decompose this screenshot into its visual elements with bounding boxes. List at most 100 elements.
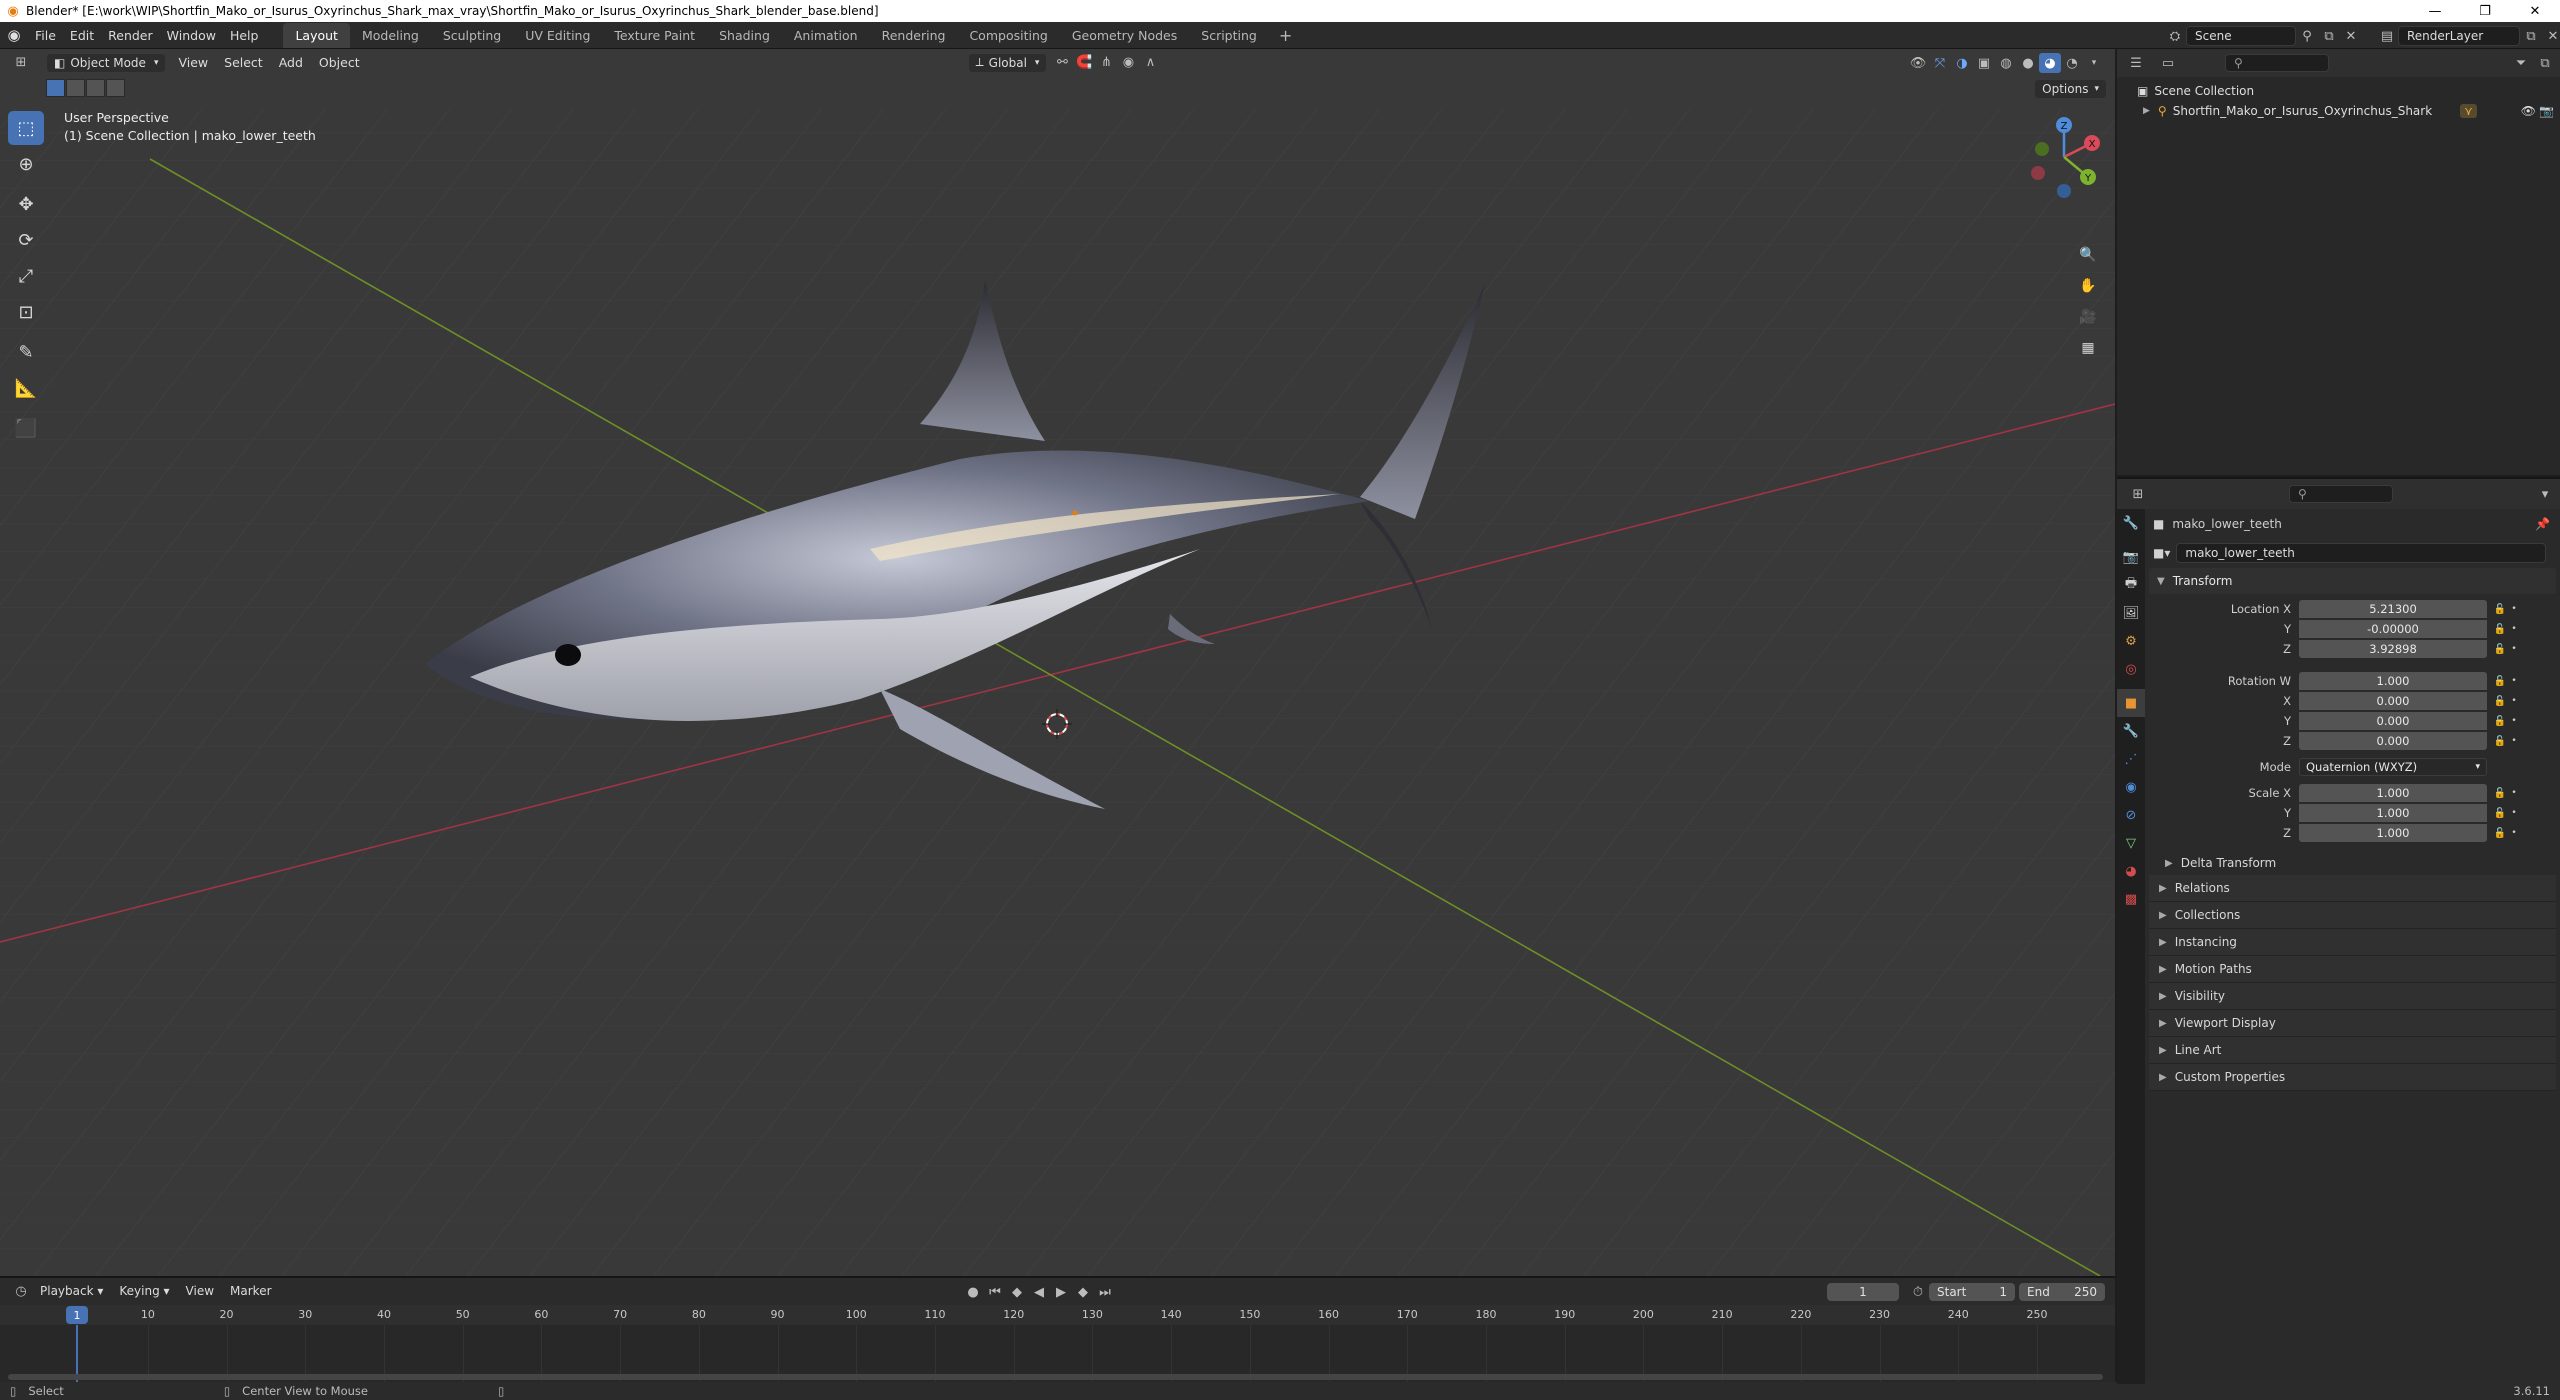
- lock-icon[interactable]: 🔓: [2491, 676, 2509, 687]
- current-frame-field[interactable]: 1: [1827, 1283, 1899, 1301]
- scale-tool-icon[interactable]: ⤢: [8, 259, 44, 293]
- render-camera-icon[interactable]: 📷: [2539, 104, 2554, 118]
- pin-icon[interactable]: ⚲: [2296, 26, 2318, 46]
- xray-icon[interactable]: ▣: [1973, 53, 1995, 73]
- tool-tab-icon[interactable]: 🔧: [2117, 509, 2145, 537]
- jump-end-icon[interactable]: ⏭: [1094, 1282, 1116, 1302]
- menu-edit[interactable]: Edit: [63, 28, 101, 43]
- keyframe-dot-icon[interactable]: •: [2509, 604, 2519, 614]
- next-keyframe-icon[interactable]: ◆: [1072, 1282, 1094, 1302]
- proportional-edit-icon[interactable]: ◉: [1117, 53, 1139, 73]
- menu-keying[interactable]: Keying ▾: [111, 1284, 177, 1298]
- pin-icon[interactable]: 📌: [2535, 517, 2550, 531]
- rotation-mode-dropdown[interactable]: Quaternion (WXYZ) ▾: [2299, 758, 2487, 776]
- keyframe-dot-icon[interactable]: •: [2509, 736, 2519, 746]
- delete-view-layer-icon[interactable]: ✕: [2542, 26, 2560, 46]
- panel-relations[interactable]: ▶ Relations: [2149, 875, 2556, 902]
- physics-tab-icon[interactable]: ◉: [2117, 773, 2145, 801]
- play-icon[interactable]: ▶: [1050, 1282, 1072, 1302]
- rotate-tool-icon[interactable]: ⟳: [8, 223, 44, 257]
- scene-icon[interactable]: ⛭: [2164, 26, 2186, 46]
- select-subtract-icon[interactable]: [86, 79, 105, 97]
- rotation-z-field[interactable]: 0.000: [2299, 732, 2487, 750]
- keyframe-dot-icon[interactable]: •: [2509, 716, 2519, 726]
- zoom-icon[interactable]: 🔍: [2074, 241, 2102, 269]
- panel-custom-properties[interactable]: ▶ Custom Properties: [2149, 1064, 2556, 1091]
- select-intersect-icon[interactable]: [106, 79, 125, 97]
- close-button[interactable]: ✕: [2510, 0, 2560, 22]
- measure-tool-icon[interactable]: 📐: [8, 371, 44, 405]
- tab-geometry-nodes[interactable]: Geometry Nodes: [1060, 23, 1189, 48]
- menu-add[interactable]: Add: [271, 55, 311, 70]
- view-layer-icon[interactable]: ▤: [2376, 26, 2398, 46]
- select-new-icon[interactable]: [46, 79, 65, 97]
- gizmo-neg-x-axis[interactable]: [2031, 166, 2045, 180]
- tab-layout[interactable]: Layout: [283, 22, 350, 48]
- navigation-gizmo[interactable]: Z X Y: [2020, 113, 2108, 201]
- particles-tab-icon[interactable]: ⋰: [2117, 745, 2145, 773]
- menu-timeline-view[interactable]: View: [178, 1284, 222, 1298]
- panel-instancing[interactable]: ▶ Instancing: [2149, 929, 2556, 956]
- rotation-y-field[interactable]: 0.000: [2299, 712, 2487, 730]
- clock-icon[interactable]: ⏱: [1907, 1282, 1929, 1302]
- scale-x-field[interactable]: 1.000: [2299, 784, 2487, 802]
- transform-tool-icon[interactable]: ⊡: [8, 295, 44, 329]
- menu-marker[interactable]: Marker: [222, 1284, 279, 1298]
- rotation-w-field[interactable]: 1.000: [2299, 672, 2487, 690]
- properties-editor-type-icon[interactable]: ⊞: [2127, 484, 2149, 504]
- pivot-icon[interactable]: ⚯: [1051, 53, 1073, 73]
- gizmo-neg-z-axis[interactable]: [2057, 184, 2071, 198]
- overlay-toggle-icon[interactable]: ◑: [1951, 53, 1973, 73]
- gizmo-neg-y-axis[interactable]: [2035, 142, 2049, 156]
- output-tab-icon[interactable]: 🖶: [2117, 571, 2145, 599]
- eye-icon[interactable]: 👁: [2521, 104, 2536, 118]
- timeline-editor-type-icon[interactable]: ◷: [10, 1281, 32, 1301]
- location-x-field[interactable]: 5.21300: [2299, 600, 2487, 618]
- menu-window[interactable]: Window: [160, 28, 223, 43]
- viewport-scene[interactable]: [0, 49, 2115, 1276]
- menu-playback[interactable]: Playback ▾: [32, 1284, 111, 1298]
- outliner-editor-type-icon[interactable]: ☰: [2125, 53, 2147, 73]
- data-tab-icon[interactable]: ▽: [2117, 829, 2145, 857]
- keyframe-dot-icon[interactable]: •: [2509, 828, 2519, 838]
- transform-orientation-dropdown[interactable]: ⟂ Global ▾: [967, 52, 1048, 73]
- render-tab-icon[interactable]: 📷: [2117, 543, 2145, 571]
- menu-render[interactable]: Render: [101, 28, 160, 43]
- panel-visibility[interactable]: ▶ Visibility: [2149, 983, 2556, 1010]
- tab-animation[interactable]: Animation: [782, 23, 870, 48]
- lock-icon[interactable]: 🔓: [2491, 788, 2509, 799]
- filter-icon[interactable]: ⏷: [2510, 53, 2532, 73]
- texture-tab-icon[interactable]: ▩: [2117, 885, 2145, 913]
- scale-z-field[interactable]: 1.000: [2299, 824, 2487, 842]
- jump-start-icon[interactable]: ⏮: [984, 1282, 1006, 1302]
- location-y-field[interactable]: -0.00000: [2299, 620, 2487, 638]
- timeline-ruler[interactable]: 10 20 30 40 50 60 70 80 90 100 110 120 130 140 150 160 1…: [0, 1305, 2115, 1325]
- delete-scene-icon[interactable]: ✕: [2340, 26, 2362, 46]
- keyframe-dot-icon[interactable]: •: [2509, 788, 2519, 798]
- end-frame-field[interactable]: End 250: [2019, 1283, 2105, 1301]
- object-tab-icon[interactable]: ■: [2117, 689, 2145, 717]
- menu-object[interactable]: Object: [311, 55, 368, 70]
- lock-icon[interactable]: 🔓: [2491, 696, 2509, 707]
- editor-type-icon[interactable]: ⊞: [10, 53, 32, 73]
- keyframe-dot-icon[interactable]: •: [2509, 644, 2519, 654]
- panel-motion-paths[interactable]: ▶ Motion Paths: [2149, 956, 2556, 983]
- options-dropdown[interactable]: Options ▾: [2034, 79, 2107, 99]
- restore-button[interactable]: ❐: [2460, 0, 2510, 22]
- 3d-viewport[interactable]: ⊞ ◧ Object Mode ▾ View Select Add Object…: [0, 49, 2115, 1276]
- tab-uv-editing[interactable]: UV Editing: [513, 23, 602, 48]
- menu-file[interactable]: File: [28, 28, 63, 43]
- blender-menu-icon[interactable]: ◉: [0, 26, 28, 44]
- prev-keyframe-icon[interactable]: ◆: [1006, 1282, 1028, 1302]
- new-scene-icon[interactable]: ⧉: [2318, 26, 2340, 46]
- tab-texture-paint[interactable]: Texture Paint: [602, 23, 707, 48]
- modifiers-tab-icon[interactable]: 🔧: [2117, 717, 2145, 745]
- display-mode-icon[interactable]: ▭: [2157, 53, 2179, 73]
- tab-rendering[interactable]: Rendering: [870, 23, 958, 48]
- tab-shading[interactable]: Shading: [707, 23, 782, 48]
- menu-help[interactable]: Help: [223, 28, 266, 43]
- tab-compositing[interactable]: Compositing: [957, 23, 1059, 48]
- world-tab-icon[interactable]: ◎: [2117, 655, 2145, 683]
- annotate-tool-icon[interactable]: ✎: [8, 335, 44, 369]
- record-icon[interactable]: ●: [962, 1282, 984, 1302]
